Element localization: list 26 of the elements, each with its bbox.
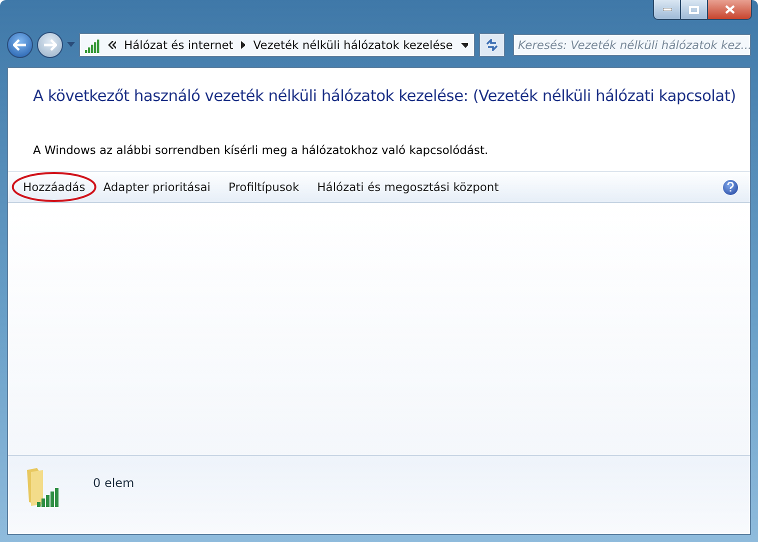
back-button[interactable] [7, 32, 33, 58]
item-count: 0 elem [93, 476, 134, 490]
refresh-icon [485, 39, 499, 51]
network-icon [84, 37, 100, 53]
double-chevron-icon [108, 41, 116, 49]
address-bar[interactable]: Hálózat és internet Vezeték nélküli hálózatok kezelése [79, 33, 475, 57]
toolbar-command[interactable]: Hálózati és megosztási központ [308, 177, 508, 197]
refresh-button[interactable] [479, 33, 505, 57]
back-arrow-icon [13, 39, 27, 51]
maximize-icon [689, 6, 699, 14]
maximize-button[interactable] [680, 0, 707, 19]
page-heading: A következőt használó vezeték nélküli hálózatok kezelése: (Vezeték nélküli hálózati kapcsolat) [32, 86, 737, 105]
folder-network-icon [25, 466, 61, 508]
forward-arrow-icon [43, 39, 57, 51]
close-button[interactable] [707, 0, 751, 19]
breadcrumb[interactable]: Vezeték nélküli hálózatok kezelése [253, 38, 453, 52]
minimize-icon [662, 8, 672, 11]
breadcrumb[interactable]: Hálózat és internet [124, 38, 234, 52]
toolbar-command[interactable]: Profiltípusok [219, 177, 308, 197]
description-text: A Windows az alábbi sorrendben kísérli meg a hálózatokhoz való kapcsolódást. [32, 142, 490, 157]
breadcrumb-arrow-icon[interactable] [241, 41, 246, 49]
close-icon [724, 5, 734, 14]
dropdown-caret-icon[interactable] [460, 42, 468, 48]
forward-button[interactable] [37, 32, 63, 58]
toolbar-command[interactable]: Adapter prioritásai [94, 177, 220, 197]
help-icon[interactable] [723, 180, 738, 194]
